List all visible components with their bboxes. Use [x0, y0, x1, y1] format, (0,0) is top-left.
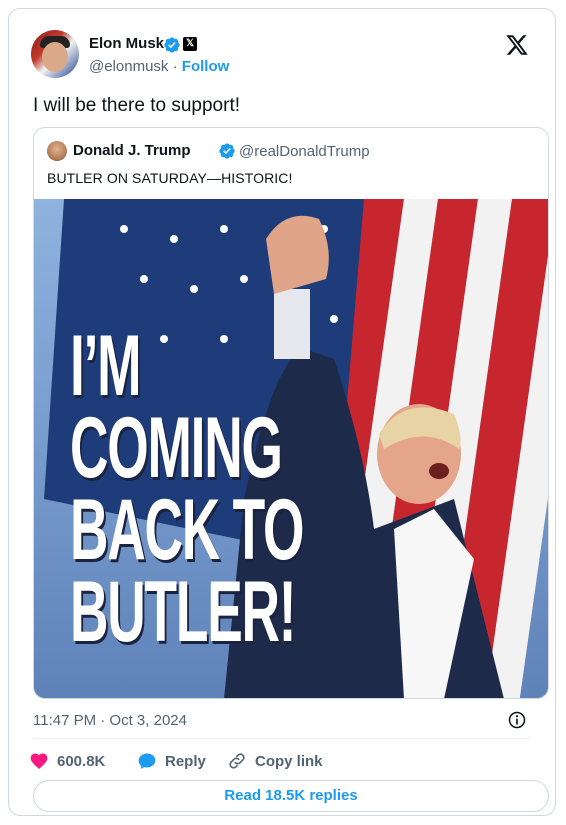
reply-icon: [138, 753, 156, 769]
x-badge-icon: 𝕏: [183, 37, 197, 51]
author-name[interactable]: Elon Musk: [89, 35, 164, 52]
headline-line-3: BACK TO: [70, 482, 304, 578]
quoted-author-name[interactable]: Donald J. Trump: [73, 142, 191, 159]
quoted-tweet[interactable]: Donald J. Trump @realDonaldTrump BUTLER …: [33, 127, 549, 699]
verified-icon: [164, 37, 180, 53]
x-logo-icon[interactable]: [505, 33, 529, 57]
like-count: 600.8K: [57, 752, 106, 770]
handle-separator: ·: [172, 58, 178, 75]
author-handle[interactable]: @elonmusk: [89, 58, 168, 75]
quoted-verified-icon: [219, 143, 235, 159]
like-button[interactable]: 600.8K: [29, 751, 105, 771]
info-icon[interactable]: [507, 710, 527, 730]
link-icon: [229, 753, 245, 769]
follow-button[interactable]: Follow: [182, 58, 230, 75]
tweet-card: Elon Musk 𝕏 @elonmusk · Follow I will be…: [8, 8, 556, 816]
copy-link-label: Copy link: [255, 752, 323, 770]
divider: [33, 738, 531, 739]
headline-line-2: COMING: [70, 400, 283, 496]
image-headline: I’M COMING BACK TO BUTLER!: [70, 318, 304, 660]
reply-label: Reply: [165, 752, 206, 770]
quoted-avatar[interactable]: [47, 141, 67, 161]
tweet-timestamp[interactable]: 11:47 PM · Oct 3, 2024: [33, 712, 187, 729]
heart-icon: [30, 753, 48, 769]
quoted-text: BUTLER ON SATURDAY—HISTORIC!: [47, 170, 293, 186]
author-avatar[interactable]: [31, 30, 79, 78]
quoted-image[interactable]: I’M COMING BACK TO BUTLER!: [34, 199, 548, 698]
headline-line-4: BUTLER!: [70, 564, 297, 660]
reply-button[interactable]: Reply: [137, 751, 206, 771]
avatar-face: [42, 42, 68, 72]
tweet-text: I will be there to support!: [33, 95, 240, 116]
quoted-author-handle[interactable]: @realDonaldTrump: [239, 143, 370, 160]
handle-row: @elonmusk · Follow: [89, 58, 229, 75]
read-replies-button[interactable]: Read 18.5K replies: [33, 780, 549, 812]
headline-line-1: I’M: [70, 318, 142, 414]
copy-link-button[interactable]: Copy link: [227, 751, 323, 771]
